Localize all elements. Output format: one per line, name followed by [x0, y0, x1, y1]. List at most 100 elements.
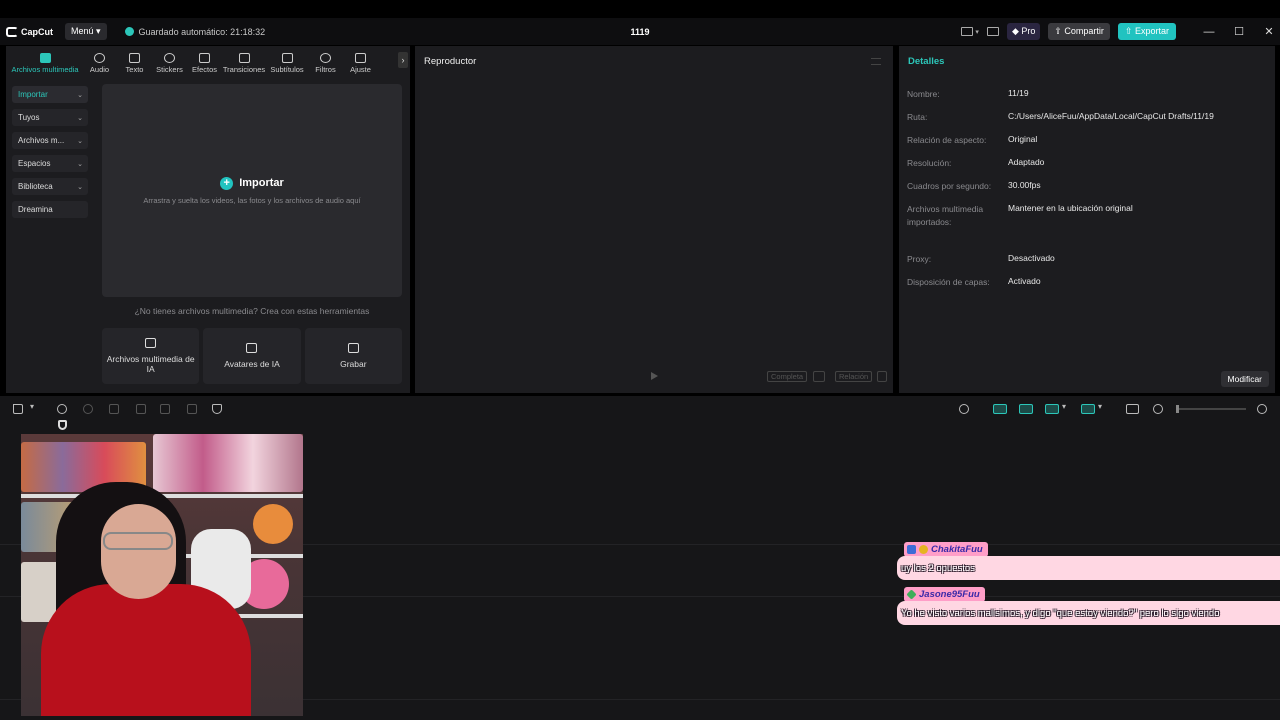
plush-toy: [253, 504, 293, 544]
microphone-icon[interactable]: [959, 404, 969, 414]
player-controls: Completa Relación: [415, 371, 893, 385]
effects-icon: [199, 53, 210, 63]
select-chevron-icon[interactable]: ▾: [30, 402, 34, 411]
ratio-button[interactable]: Relación: [835, 371, 873, 382]
track-snap-icon[interactable]: [1081, 404, 1095, 414]
player-menu-icon[interactable]: [871, 58, 881, 65]
capcut-logo-icon: [6, 26, 18, 37]
sidebar-item-import[interactable]: Importar ⌄: [12, 86, 88, 103]
import-button[interactable]: + Importar: [220, 176, 284, 190]
delete-icon[interactable]: [187, 404, 197, 414]
chevron-down-icon: ⌄: [77, 160, 83, 168]
preview-axis-icon[interactable]: [1045, 404, 1059, 414]
plus-icon: +: [220, 176, 234, 190]
keyboard-icon[interactable]: [986, 27, 999, 36]
record-button[interactable]: Grabar: [304, 328, 402, 384]
zoom-slider-knob[interactable]: [1176, 405, 1179, 413]
tool-stickers[interactable]: Stickers: [152, 53, 187, 76]
tool-text[interactable]: Texto: [117, 53, 152, 76]
screenshot-icon[interactable]: [813, 371, 825, 382]
media-panel: Archivos multimedia Audio Texto Stickers…: [6, 46, 410, 393]
webcam-overlay: [21, 434, 303, 716]
person-sweater: [41, 584, 251, 716]
ai-avatar-icon: [246, 343, 258, 353]
import-dropzone[interactable]: + Importar Arrastra y suelta los videos,…: [102, 84, 402, 297]
details-title: Detalles: [908, 56, 945, 67]
play-icon[interactable]: [651, 372, 658, 380]
media-icon: [39, 53, 51, 63]
shield-icon[interactable]: [212, 404, 222, 414]
app-name: CapCut: [21, 26, 53, 37]
autosave-check-icon: [124, 27, 134, 36]
menu-button[interactable]: Menú ▾: [65, 23, 107, 40]
zoom-out-icon[interactable]: [1153, 404, 1163, 414]
export-button[interactable]: ⇧ Exportar: [1117, 23, 1176, 40]
app-logo: CapCut: [6, 26, 53, 37]
coin-badge-icon: [919, 545, 928, 554]
tool-audio[interactable]: Audio: [82, 53, 117, 76]
layout-icon[interactable]: [961, 27, 974, 36]
autosave-status: Guardado automático: 21:18:32: [124, 27, 265, 37]
tool-subtitles[interactable]: Subtítulos: [266, 53, 308, 76]
sidebar-item-spaces[interactable]: Espacios ⌄: [12, 155, 88, 172]
chat-message: uy los 2 opuestos: [897, 556, 1280, 580]
preview-chevron-icon[interactable]: ▾: [1062, 402, 1066, 411]
tool-transitions[interactable]: Transiciones: [222, 53, 266, 76]
cover-icon[interactable]: [1126, 404, 1139, 414]
chevron-down-icon: ⌄: [77, 183, 83, 191]
redo-icon[interactable]: [83, 404, 93, 414]
create-tools: Archivos multimedia de IA Avatares de IA…: [102, 328, 402, 384]
sidebar-item-dreamina[interactable]: Dreamina: [12, 201, 88, 218]
record-icon: [347, 343, 359, 353]
fullscreen-icon[interactable]: [877, 371, 887, 382]
split-left-icon[interactable]: [136, 404, 146, 414]
tool-adjust[interactable]: Ajuste: [343, 53, 378, 76]
modify-button[interactable]: Modificar: [1220, 371, 1269, 387]
player-panel: Reproductor Completa Relación: [415, 46, 893, 393]
person-face: [101, 504, 176, 599]
toolbar-next-arrow-icon[interactable]: ›: [398, 52, 408, 68]
sticker-icon: [164, 53, 175, 63]
ai-media-icon: [145, 338, 157, 348]
zoom-in-icon[interactable]: [1257, 404, 1267, 414]
ai-avatars-button[interactable]: Avatares de IA: [203, 328, 301, 384]
sidebar-item-media-files[interactable]: Archivos m... ⌄: [12, 132, 88, 149]
zoom-slider[interactable]: [1176, 405, 1246, 413]
maximize-button[interactable]: ☐: [1228, 25, 1250, 38]
select-cursor-icon[interactable]: [13, 404, 23, 414]
close-button[interactable]: ✕: [1258, 25, 1280, 38]
share-button[interactable]: ⇪ Compartir: [1048, 23, 1110, 40]
chat-username: ChakitaFuu: [904, 542, 988, 557]
transitions-icon: [238, 53, 250, 63]
subtitles-icon: [281, 53, 293, 63]
badge-icon: [907, 545, 916, 554]
sidebar-item-library[interactable]: Biblioteca ⌄: [12, 178, 88, 195]
full-view-button[interactable]: Completa: [767, 371, 808, 382]
pro-button[interactable]: ◆ Pro: [1006, 23, 1041, 40]
adjust-icon: [355, 53, 366, 63]
split-icon[interactable]: [109, 404, 119, 414]
chevron-down-icon: ⌄: [77, 114, 83, 122]
text-icon: [129, 53, 140, 63]
layout-chevron-icon[interactable]: ▾: [975, 28, 979, 36]
details-panel: Detalles Nombre: 11/19 Ruta: C:/Users/Alic…: [899, 46, 1275, 393]
tool-effects[interactable]: Efectos: [187, 53, 222, 76]
ai-media-button[interactable]: Archivos multimedia de IA: [102, 328, 200, 384]
no-media-text: ¿No tienes archivos multimedia? Crea con…: [134, 306, 370, 316]
sidebar-item-yours[interactable]: Tuyos ⌄: [12, 109, 88, 126]
split-right-icon[interactable]: [160, 404, 170, 414]
undo-icon[interactable]: [57, 404, 67, 414]
link-clips-icon[interactable]: [993, 404, 1007, 414]
chat-username: Jasone95Fuu: [904, 587, 985, 602]
dropzone-hint: Arrastra y suelta los videos, las fotos …: [143, 195, 361, 205]
minimize-button[interactable]: —: [1198, 26, 1220, 38]
playhead-icon[interactable]: [58, 420, 67, 430]
chevron-down-icon: ⌄: [77, 137, 83, 145]
magnet-icon[interactable]: [1019, 404, 1033, 414]
tool-filters[interactable]: Filtros: [308, 53, 343, 76]
audio-icon: [94, 53, 105, 63]
timeline-toolbar: ▾ ▾ ▾: [0, 396, 1280, 422]
chat-message: Yo he visto varios malisimos, y digo "qu…: [897, 601, 1280, 625]
snap-chevron-icon[interactable]: ▾: [1098, 402, 1102, 411]
tool-media[interactable]: Archivos multimedia: [8, 53, 82, 76]
